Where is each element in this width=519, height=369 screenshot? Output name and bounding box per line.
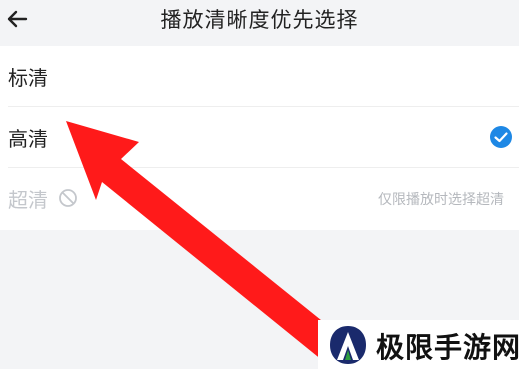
screen: 播放清晰度优先选择 标清 高清 超清 仅限播放时选择超清 极限手游网 <box>0 0 519 369</box>
forbidden-icon <box>59 189 77 207</box>
watermark-text: 极限手游网 <box>376 331 519 364</box>
check-circle-icon <box>490 126 512 148</box>
option-row-high[interactable]: 高清 <box>0 107 519 167</box>
brand-logo <box>330 326 366 364</box>
option-label: 超清 <box>8 188 48 212</box>
option-row-standard[interactable]: 标清 <box>0 46 519 106</box>
option-label: 高清 <box>8 127 48 151</box>
option-note: 仅限播放时选择超清 <box>378 192 504 208</box>
page-title: 播放清晰度优先选择 <box>160 8 359 32</box>
option-label: 标清 <box>8 66 48 90</box>
header-bar: 播放清晰度优先选择 <box>0 0 519 44</box>
quality-option-list: 标清 高清 超清 仅限播放时选择超清 <box>0 46 519 230</box>
watermark: 极限手游网 <box>318 320 519 369</box>
option-row-ultra: 超清 仅限播放时选择超清 <box>0 168 519 228</box>
